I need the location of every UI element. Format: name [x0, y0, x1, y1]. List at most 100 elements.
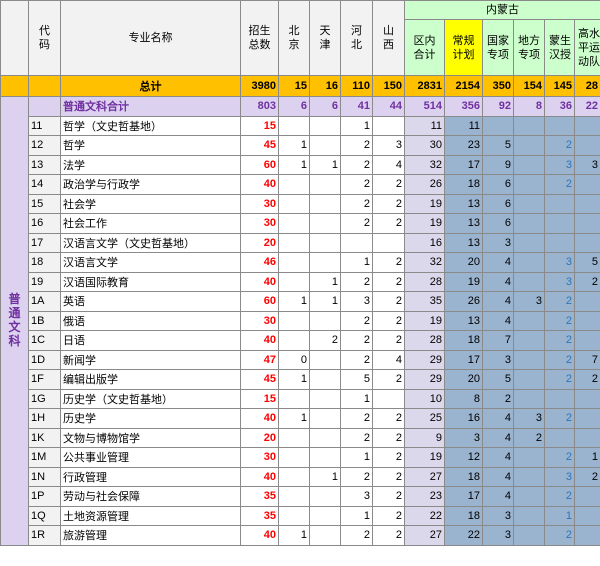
value-cell [278, 486, 310, 507]
value-cell [278, 193, 310, 214]
table-row: 17 汉语言文学（文史哲基地） 20 16 13 3 [1, 232, 600, 253]
value-cell: 2 [340, 310, 373, 331]
header-qu-nei: 区内合计 [404, 19, 445, 76]
major-code: 1A [28, 291, 61, 312]
header-guojia: 国家专项 [482, 19, 514, 76]
major-name: 日语 [60, 330, 241, 351]
value-cell: 9 [482, 154, 514, 175]
value-cell [573, 193, 600, 214]
table-row: 1H 历史学 40 1 2 2 25 16 4 3 2 [1, 408, 600, 429]
table-row: 1K 文物与博物馆学 20 2 2 9 3 4 2 [1, 427, 600, 448]
value-cell [513, 232, 545, 253]
value-cell [372, 115, 405, 136]
major-name: 劳动与社会保障 [60, 486, 241, 507]
value-cell [278, 330, 310, 351]
subtotal-cell: 41 [340, 96, 373, 117]
value-cell: 22 [404, 505, 445, 526]
value-cell: 23 [404, 486, 445, 507]
value-cell [278, 174, 310, 195]
value-cell [340, 232, 373, 253]
value-cell [309, 369, 341, 390]
subtotal-cell: 92 [482, 96, 514, 117]
value-cell [513, 310, 545, 331]
table-row: 1Q 土地资源管理 35 1 2 22 18 3 1 [1, 505, 600, 526]
value-cell: 1 [340, 252, 373, 273]
table-row: 19 汉语国际教育 40 1 2 2 28 19 4 3 2 [1, 271, 600, 292]
value-cell: 2 [372, 466, 405, 487]
total-cell: 15 [278, 75, 310, 97]
table-row: 14 政治学与行政学 40 2 2 26 18 6 2 [1, 174, 600, 195]
value-cell: 2 [544, 525, 575, 546]
total-label: 总计 [60, 75, 241, 97]
value-cell [573, 174, 600, 195]
value-cell [573, 135, 600, 156]
value-cell: 2 [372, 271, 405, 292]
value-cell [482, 115, 514, 136]
value-cell: 16 [444, 408, 483, 429]
value-cell: 17 [444, 349, 483, 370]
value-cell: 4 [482, 291, 514, 312]
header-gaoshui: 高水平运动队 [573, 19, 600, 76]
value-cell: 2 [372, 447, 405, 468]
value-cell: 22 [444, 525, 483, 546]
value-cell [278, 271, 310, 292]
value-cell: 2 [372, 330, 405, 351]
value-cell [278, 115, 310, 136]
value-cell: 3 [544, 154, 575, 175]
subtotal-cell: 36 [544, 96, 575, 117]
group-label: 普通文科 [0, 96, 29, 546]
value-cell [309, 505, 341, 526]
total-cell: 145 [544, 75, 575, 97]
value-cell [573, 505, 600, 526]
value-cell [544, 115, 575, 136]
major-code: 1K [28, 427, 61, 448]
value-cell: 1 [340, 505, 373, 526]
value-cell: 2 [372, 525, 405, 546]
value-cell: 2 [340, 193, 373, 214]
major-code: 19 [28, 271, 61, 292]
value-cell [278, 213, 310, 234]
major-code: 1M [28, 447, 61, 468]
subtotal-cell: 6 [278, 96, 310, 117]
value-cell: 40 [240, 174, 279, 195]
value-cell [513, 369, 545, 390]
value-cell: 20 [444, 252, 483, 273]
table-row: 11 哲学（文史哲基地） 15 1 11 11 [1, 115, 600, 136]
value-cell: 4 [482, 310, 514, 331]
value-cell: 3 [482, 505, 514, 526]
table-row: 1D 新闻学 47 0 2 4 29 17 3 2 7 [1, 349, 600, 370]
value-cell [513, 466, 545, 487]
value-cell [309, 349, 341, 370]
major-name: 汉语国际教育 [60, 271, 241, 292]
table-row: 12 哲学 45 1 2 3 30 23 5 2 [1, 135, 600, 156]
subtotal-cell: 44 [372, 96, 405, 117]
value-cell [573, 525, 600, 546]
value-cell: 2 [372, 369, 405, 390]
enrollment-table: 代码 专业名称 招生总数 北京 天津 河北 山西 内蒙古 区内合计 常规计划 国… [0, 0, 600, 546]
value-cell: 4 [482, 271, 514, 292]
value-cell: 5 [482, 135, 514, 156]
value-cell [309, 135, 341, 156]
value-cell [372, 388, 405, 409]
value-cell: 2 [544, 174, 575, 195]
value-cell: 1 [309, 466, 341, 487]
value-cell: 32 [404, 154, 445, 175]
value-cell: 3 [340, 291, 373, 312]
value-cell: 47 [240, 349, 279, 370]
value-cell: 4 [482, 252, 514, 273]
value-cell: 19 [404, 213, 445, 234]
value-cell: 2 [544, 447, 575, 468]
value-cell: 3 [482, 232, 514, 253]
value-cell: 2 [340, 135, 373, 156]
table-row: 1P 劳动与社会保障 35 3 2 23 17 4 2 [1, 486, 600, 507]
subtotal-cell: 803 [240, 96, 279, 117]
value-cell: 4 [372, 154, 405, 175]
value-cell: 2 [340, 271, 373, 292]
value-cell: 60 [240, 291, 279, 312]
header-blank [0, 0, 29, 76]
value-cell: 2 [340, 154, 373, 175]
value-cell: 2 [340, 408, 373, 429]
value-cell: 40 [240, 330, 279, 351]
value-cell: 5 [340, 369, 373, 390]
value-cell [573, 115, 600, 136]
